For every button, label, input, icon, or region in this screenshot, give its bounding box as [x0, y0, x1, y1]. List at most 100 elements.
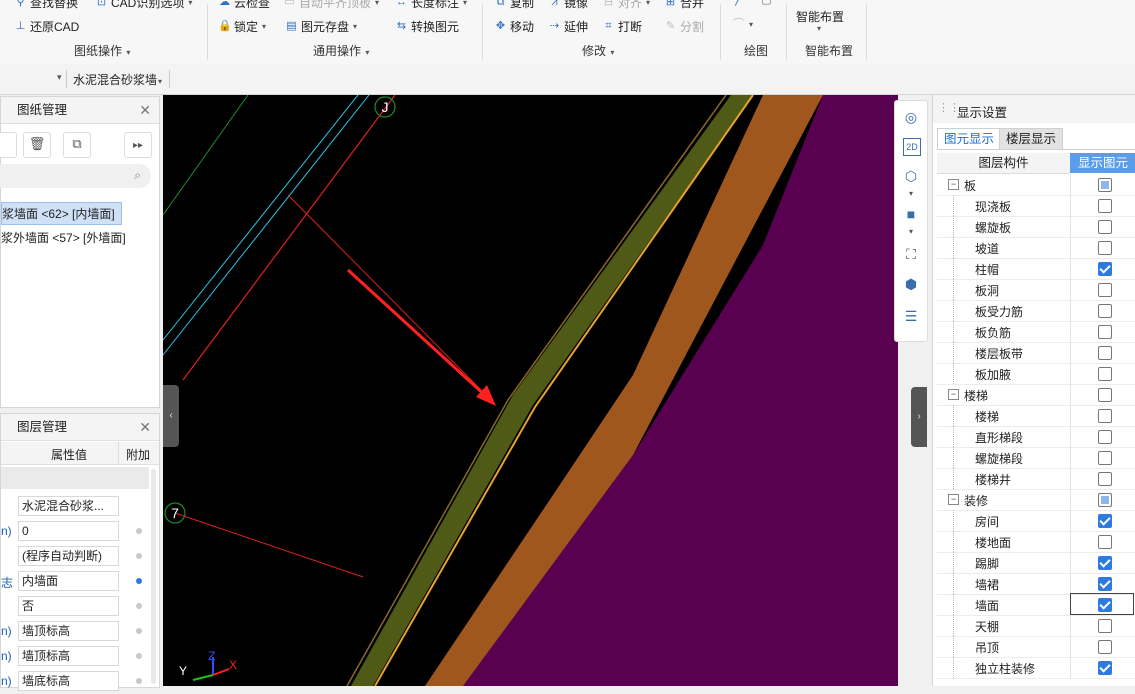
property-value-field[interactable]: 否	[18, 596, 119, 616]
property-value-field[interactable]: 墙顶标高	[18, 621, 119, 641]
tree-item-row[interactable]: 现浇板	[937, 195, 1135, 217]
tree-item-row[interactable]: 板加腋	[937, 363, 1135, 385]
collapse-icon[interactable]: −	[948, 389, 959, 400]
copy-button[interactable]: ⧉ 复制	[494, 0, 534, 11]
cad-options-button[interactable]: ⊡ CAD识别选项 ▾	[95, 0, 192, 11]
find-replace-button[interactable]: ⚲ 查找替换	[14, 0, 78, 11]
show-checkbox[interactable]	[1098, 346, 1112, 360]
tree-item-row[interactable]: 楼层板带	[937, 342, 1135, 364]
move-button[interactable]: ✥ 移动	[494, 18, 534, 35]
collapse-icon[interactable]: −	[948, 179, 959, 190]
show-checkbox[interactable]	[1098, 325, 1112, 339]
duplicate-button[interactable]: ⧉	[63, 132, 91, 158]
tree-item-row[interactable]: 墙面	[937, 593, 1135, 616]
view-3d-dropdown[interactable]: ▾	[900, 183, 922, 205]
break-button[interactable]: ⌗ 打断	[602, 18, 642, 35]
tree-item-row[interactable]: 独立柱装修	[937, 657, 1135, 679]
length-dim-button[interactable]: ↔ 长度标注 ▾	[395, 0, 467, 11]
properties-list-button[interactable]: ☰	[900, 305, 922, 327]
draw-line-button[interactable]: ╱	[732, 0, 745, 7]
show-checkbox[interactable]	[1098, 178, 1112, 192]
align-button[interactable]: ⊟ 对齐 ▾	[602, 0, 650, 11]
shaded-view-dropdown[interactable]: ▾	[900, 221, 922, 243]
extend-button[interactable]: ⇢ 延伸	[548, 18, 588, 35]
material-dropdown[interactable]: 水泥混合砂浆墙▾	[73, 71, 162, 88]
collapse-right-handle[interactable]: ›	[911, 387, 927, 447]
chevron-down-icon[interactable]: ▾	[57, 72, 62, 83]
tree-item-row[interactable]: 坡道	[937, 237, 1135, 259]
show-checkbox[interactable]	[1098, 640, 1112, 654]
show-checkbox[interactable]	[1098, 409, 1112, 423]
property-value-field[interactable]: 墙底标高	[18, 671, 119, 691]
property-value-field[interactable]: 墙顶标高	[18, 646, 119, 666]
collapse-left-handle[interactable]: ‹	[163, 385, 179, 447]
tree-item-row[interactable]: 吊顶	[937, 636, 1135, 658]
scrollbar[interactable]	[151, 469, 156, 684]
split-button[interactable]: ✎ 分割	[664, 18, 704, 35]
view-2d-button[interactable]: 2D	[903, 138, 921, 156]
tree-item-row[interactable]: 螺旋板	[937, 216, 1135, 238]
property-value-field[interactable]: 水泥混合砂浆...	[18, 496, 119, 516]
tree-group-row[interactable]: − 板	[937, 174, 1135, 196]
draw-rect-button[interactable]: ▢	[760, 0, 773, 7]
tab-floor-display[interactable]: 楼层显示	[999, 128, 1064, 150]
show-checkbox[interactable]	[1098, 388, 1112, 402]
show-checkbox[interactable]	[1098, 493, 1112, 507]
list-item[interactable]: 浆外墙面 <57> [外墙面]	[1, 227, 132, 248]
auto-flat-slab-button[interactable]: ▭ 自动平齐顶板 ▾	[283, 0, 379, 11]
draw-arc-button[interactable]: ⌒ ▾	[732, 18, 753, 31]
mirror-button[interactable]: ⩘ 镜像	[548, 0, 588, 11]
delete-button[interactable]: 🗑	[23, 132, 51, 158]
show-checkbox[interactable]	[1098, 283, 1112, 297]
tree-item-row[interactable]: 墙裙	[937, 573, 1135, 595]
show-checkbox[interactable]	[1098, 367, 1112, 381]
tree-item-row[interactable]: 房间	[937, 510, 1135, 532]
show-checkbox[interactable]	[1098, 451, 1112, 465]
tree-item-row[interactable]: 板洞	[937, 279, 1135, 301]
collapse-icon[interactable]: −	[948, 494, 959, 505]
merge-button[interactable]: ⊞ 合并	[664, 0, 704, 11]
group-label-modify[interactable]: 修改 ▾	[582, 42, 614, 59]
tree-item-row[interactable]: 踢脚	[937, 552, 1135, 574]
lock-button[interactable]: 🔒 锁定 ▾	[218, 18, 266, 35]
show-checkbox[interactable]	[1098, 241, 1112, 255]
show-checkbox[interactable]	[1098, 661, 1112, 675]
display-settings-button[interactable]: ⬢	[900, 273, 922, 295]
tree-group-row[interactable]: − 装修	[937, 489, 1135, 511]
drawing-canvas[interactable]: J 7 Z X Y ‹	[163, 95, 898, 686]
tree-item-row[interactable]: 楼梯	[937, 405, 1135, 427]
property-value-field[interactable]: (程序自动判断)	[18, 546, 119, 566]
cloud-check-button[interactable]: ☁ 云检查	[218, 0, 270, 11]
show-checkbox[interactable]	[1098, 535, 1112, 549]
more-button[interactable]: ▸▸	[124, 132, 152, 158]
add-drawing-button[interactable]	[0, 132, 17, 158]
property-value-field[interactable]: 0	[18, 521, 119, 541]
show-checkbox[interactable]	[1098, 220, 1112, 234]
show-checkbox[interactable]	[1098, 472, 1112, 486]
property-value-field[interactable]: 内墙面	[18, 571, 119, 591]
show-checkbox[interactable]	[1098, 598, 1112, 612]
tree-item-row[interactable]: 板受力筋	[937, 300, 1135, 322]
restore-cad-button[interactable]: ⊥ 还原CAD	[14, 18, 80, 35]
column-header-show[interactable]: 显示图元	[1070, 153, 1135, 173]
group-label-common-ops[interactable]: 通用操作 ▾	[313, 42, 369, 59]
orbit-view-button[interactable]: ◎	[900, 106, 922, 128]
tree-item-row[interactable]: 楼梯井	[937, 468, 1135, 490]
save-element-button[interactable]: ▤ 图元存盘 ▾	[285, 18, 357, 35]
smart-layout-dropdown[interactable]: ▾	[816, 24, 821, 33]
show-checkbox[interactable]	[1098, 514, 1112, 528]
tree-item-row[interactable]: 楼地面	[937, 531, 1135, 553]
show-checkbox[interactable]	[1098, 304, 1112, 318]
show-checkbox[interactable]	[1098, 262, 1112, 276]
list-item[interactable]: 浆墙面 <62> [内墙面]	[1, 202, 122, 225]
close-icon[interactable]: ✕	[139, 97, 151, 123]
tree-item-row[interactable]: 螺旋梯段	[937, 447, 1135, 469]
tree-item-row[interactable]: 柱帽	[937, 258, 1135, 280]
search-input[interactable]: ⌕	[0, 164, 151, 188]
show-checkbox[interactable]	[1098, 199, 1112, 213]
tab-element-display[interactable]: 图元显示	[937, 128, 1002, 149]
show-checkbox[interactable]	[1098, 556, 1112, 570]
fullscreen-button[interactable]: ⛶	[900, 243, 922, 265]
group-label-drawing-ops[interactable]: 图纸操作 ▾	[74, 42, 130, 59]
close-icon[interactable]: ✕	[139, 414, 151, 440]
